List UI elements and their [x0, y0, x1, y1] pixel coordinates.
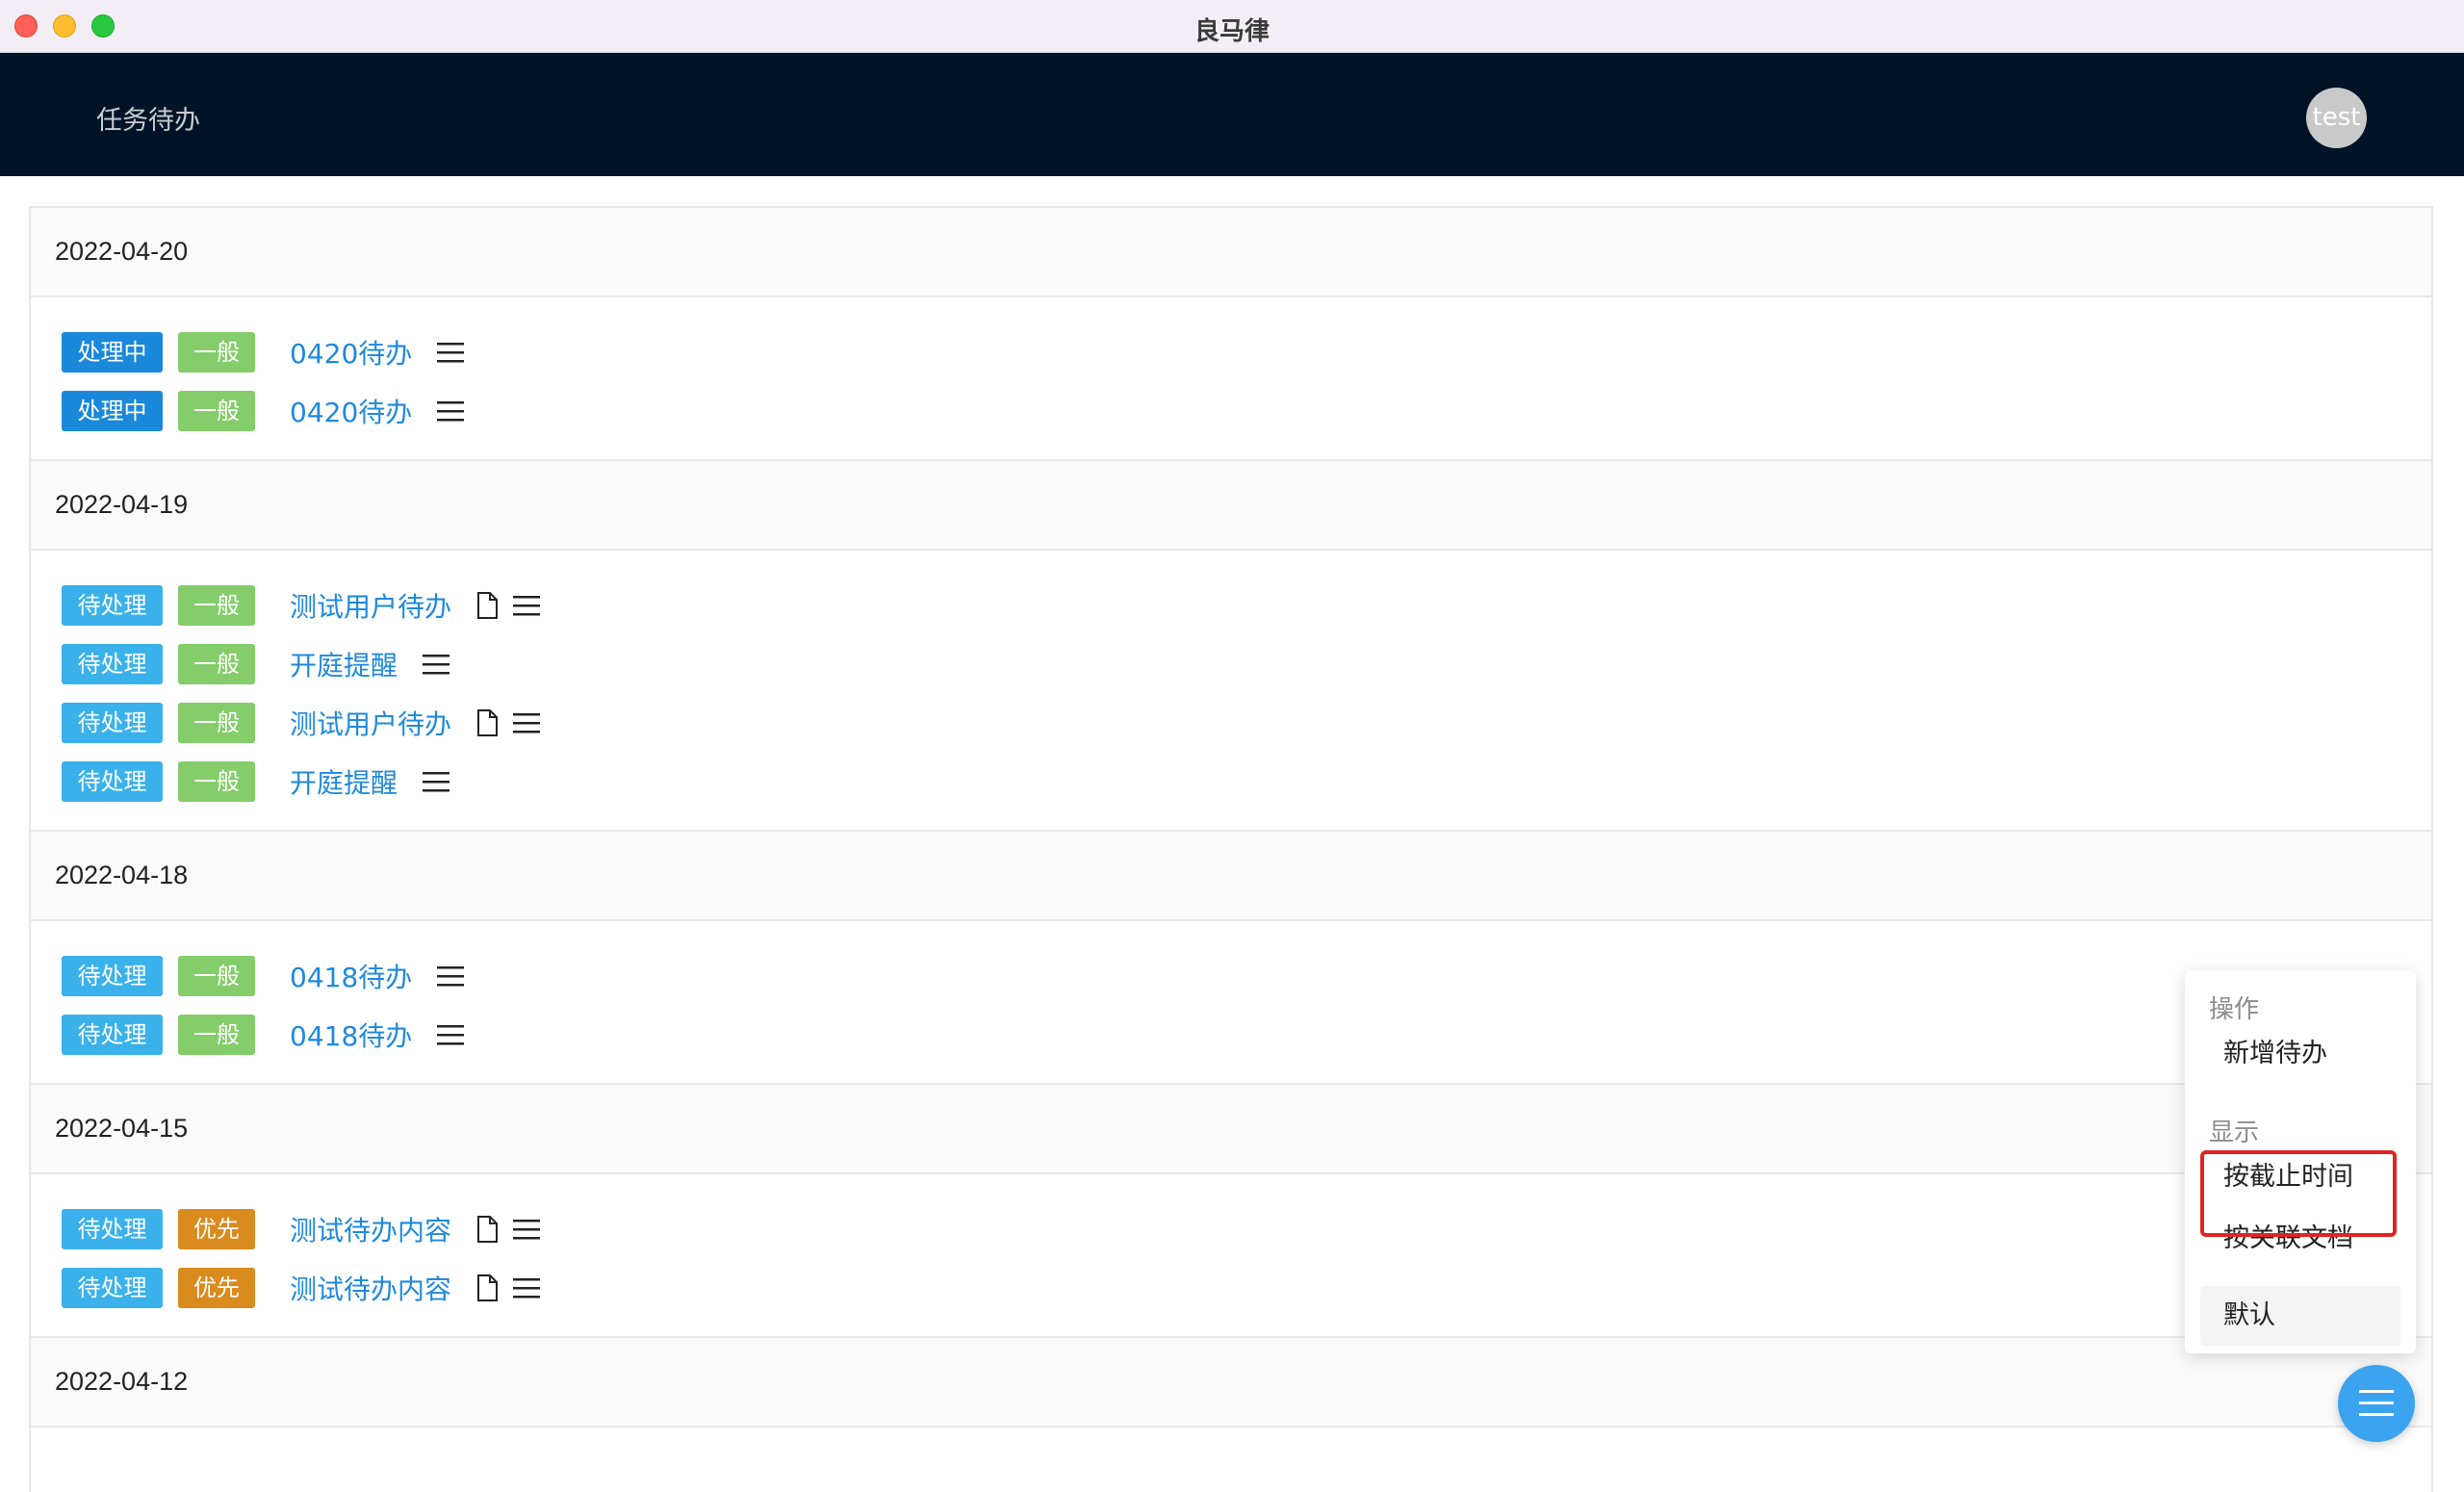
todo-title-link[interactable]: 测试用户待办: [290, 704, 451, 742]
document-icon: [477, 1273, 499, 1301]
date-group-body: 处理中 一般 0420待办 处理中 一般 0420待办: [31, 297, 2431, 461]
priority-tag: 一般: [178, 643, 255, 684]
date-group-body: 待处理 一般 测试用户待办 待处理 一般 开庭提醒 待处理 一般 测试用户待办 待处理 一般 开庭提醒: [31, 551, 2431, 832]
todo-title-link[interactable]: 开庭提醒: [290, 762, 398, 801]
todo-title-link[interactable]: 0418待办: [290, 957, 412, 995]
document-icon: [477, 591, 499, 619]
menu-icon[interactable]: [513, 1276, 541, 1299]
todo-row: 待处理 优先 测试待办内容: [62, 1258, 2431, 1317]
add-todo-menu-item[interactable]: 新增待办: [2200, 1024, 2400, 1084]
priority-tag: 优先: [178, 1267, 255, 1308]
document-icon: [477, 708, 499, 736]
todo-title-link[interactable]: 开庭提醒: [290, 645, 398, 683]
status-tag: 待处理: [62, 643, 163, 684]
todo-title-link[interactable]: 0420待办: [290, 392, 412, 430]
priority-tag: 一般: [178, 760, 255, 802]
date-group-header: 2022-04-20: [31, 208, 2431, 297]
todo-title-link[interactable]: 0418待办: [290, 1016, 412, 1054]
app-header: 任务待办: [0, 53, 2464, 176]
priority-tag: 优先: [178, 1208, 255, 1249]
status-tag: 处理中: [62, 390, 163, 431]
todo-row: 待处理 一般 开庭提醒: [62, 634, 2431, 693]
document-icon: [477, 1215, 499, 1243]
priority-tag: 一般: [178, 390, 255, 431]
status-tag: 待处理: [62, 1267, 163, 1308]
priority-tag: 一般: [178, 702, 255, 743]
user-avatar[interactable]: test: [2306, 88, 2367, 148]
menu-icon: [2359, 1390, 2394, 1416]
todo-row: 处理中 一般 0420待办: [62, 381, 2431, 440]
status-tag: 待处理: [62, 1014, 163, 1055]
popup-section-actions: 操作: [2209, 995, 2260, 1024]
highlight-annotation: [2200, 1150, 2397, 1237]
todo-row: 待处理 一般 0418待办: [62, 1005, 2431, 1064]
menu-icon[interactable]: [437, 399, 465, 423]
menu-icon[interactable]: [513, 1218, 541, 1241]
date-group-body: 待处理 一般 0418待办 待处理 一般 0418待办: [31, 921, 2431, 1085]
date-group-header: 2022-04-15: [31, 1085, 2431, 1174]
date-group-header: 2022-04-12: [31, 1338, 2431, 1428]
date-group-header: 2022-04-19: [31, 461, 2431, 551]
window-title: 良马律: [1194, 17, 1270, 46]
todo-title-link[interactable]: 测试用户待办: [290, 586, 451, 625]
menu-icon[interactable]: [437, 341, 465, 364]
menu-icon[interactable]: [423, 653, 450, 676]
fab-menu-button[interactable]: [2338, 1365, 2415, 1442]
todo-row: 待处理 一般 开庭提醒: [62, 752, 2431, 810]
todo-title-link[interactable]: 测试待办内容: [290, 1210, 451, 1248]
todo-row: 待处理 一般 0418待办: [62, 946, 2431, 1005]
status-tag: 待处理: [62, 702, 163, 743]
status-tag: 待处理: [62, 955, 163, 996]
menu-icon[interactable]: [437, 1023, 465, 1046]
status-tag: 待处理: [62, 1208, 163, 1249]
todo-title-link[interactable]: 测试待办内容: [290, 1269, 451, 1307]
todo-row: 待处理 一般 测试用户待办: [62, 693, 2431, 752]
status-tag: 处理中: [62, 331, 163, 373]
window-titlebar: 良马律: [0, 0, 2464, 53]
date-group-body: 待处理 优先 测试待办内容 待处理 优先 测试待办内容: [31, 1174, 2431, 1338]
todo-row: 待处理 一般 测试用户待办: [62, 576, 2431, 634]
todo-row: 处理中 一般 0420待办: [62, 322, 2431, 381]
date-group-header: 2022-04-18: [31, 832, 2431, 921]
sort-default-menu-item[interactable]: 默认: [2200, 1286, 2400, 1346]
menu-icon[interactable]: [423, 770, 450, 793]
todo-title-link[interactable]: 0420待办: [290, 333, 412, 372]
todo-list: 2022-04-20 处理中 一般 0420待办 处理中 一般 0420待办 2022-04-…: [29, 206, 2433, 1492]
priority-tag: 一般: [178, 584, 255, 626]
popup-section-display: 显示: [2209, 1119, 2260, 1147]
priority-tag: 一般: [178, 1014, 255, 1055]
status-tag: 待处理: [62, 584, 163, 626]
menu-icon[interactable]: [513, 594, 541, 617]
priority-tag: 一般: [178, 331, 255, 373]
status-tag: 待处理: [62, 760, 163, 802]
menu-icon[interactable]: [513, 711, 541, 734]
priority-tag: 一般: [178, 955, 255, 996]
todo-row: 待处理 优先 测试待办内容: [62, 1199, 2431, 1258]
menu-icon[interactable]: [437, 965, 465, 988]
page-title[interactable]: 任务待办: [96, 99, 200, 137]
